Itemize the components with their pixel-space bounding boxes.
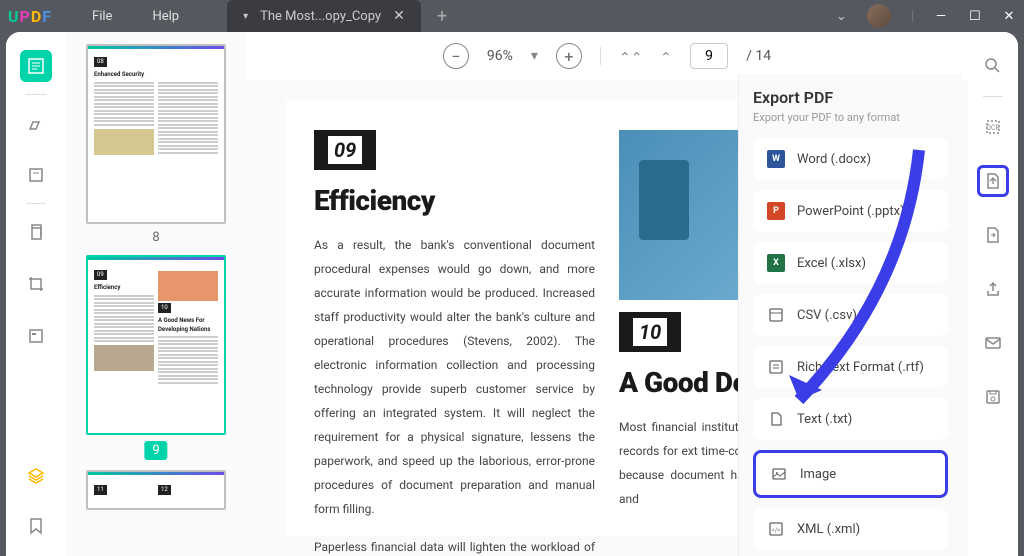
- export-button[interactable]: [977, 165, 1009, 197]
- export-xml[interactable]: </>XML (.xml): [753, 508, 948, 550]
- csv-icon: [767, 306, 785, 324]
- left-toolbar: [6, 32, 66, 556]
- new-tab-button[interactable]: +: [437, 6, 447, 27]
- ocr-button[interactable]: OCR: [977, 111, 1009, 143]
- section-number: 10: [619, 312, 681, 352]
- page-number-input[interactable]: [690, 43, 728, 69]
- share-button[interactable]: [977, 273, 1009, 305]
- export-powerpoint[interactable]: PPowerPoint (.pptx): [753, 190, 948, 232]
- app-logo: UPDF: [8, 7, 52, 26]
- zoom-dropdown-icon[interactable]: ▾: [531, 48, 538, 64]
- user-avatar[interactable]: [867, 4, 891, 28]
- thumbnail-page-8[interactable]: 08 Enhanced Security 8: [86, 44, 226, 245]
- zoom-out-button[interactable]: −: [443, 43, 469, 69]
- copy-button[interactable]: [20, 216, 52, 248]
- save-button[interactable]: [977, 381, 1009, 413]
- export-txt[interactable]: Text (.txt): [753, 398, 948, 440]
- right-toolbar: OCR: [968, 32, 1018, 556]
- thumbnail-panel: 08 Enhanced Security 8 09Efficiency 10A …: [66, 32, 246, 556]
- zoom-level: 96%: [487, 48, 513, 64]
- highlight-button[interactable]: [20, 107, 52, 139]
- tab-dropdown-icon[interactable]: ▾: [243, 11, 248, 22]
- export-word[interactable]: WWord (.docx): [753, 138, 948, 180]
- excel-icon: X: [767, 254, 785, 272]
- document-tab[interactable]: ▾ The Most...opy_Copy ✕: [227, 0, 421, 32]
- menu-file[interactable]: File: [92, 9, 112, 24]
- image-icon: [770, 465, 788, 483]
- page-prev-button[interactable]: ⌄: [660, 48, 672, 64]
- export-excel[interactable]: XExcel (.xlsx): [753, 242, 948, 284]
- svg-text:OCR: OCR: [986, 124, 1000, 132]
- reader-mode-button[interactable]: [20, 50, 52, 82]
- word-icon: W: [767, 150, 785, 168]
- layers-button[interactable]: [20, 460, 52, 492]
- export-panel: Export PDF Export your PDF to any format…: [738, 74, 962, 556]
- export-rtf[interactable]: Rich Text Format (.rtf): [753, 346, 948, 388]
- powerpoint-icon: P: [767, 202, 785, 220]
- page-total: / 14: [746, 48, 771, 64]
- crop-button[interactable]: [20, 268, 52, 300]
- bookmark-button[interactable]: [20, 510, 52, 542]
- section-text: Paperless financial data will lighten th…: [314, 535, 595, 556]
- thumbnail-label: 8: [86, 230, 226, 245]
- close-button[interactable]: ✕: [1002, 9, 1016, 23]
- chevron-down-icon[interactable]: ⌄: [836, 9, 847, 24]
- tab-title: The Most...opy_Copy: [260, 9, 381, 24]
- edit-text-button[interactable]: [20, 159, 52, 191]
- export-image[interactable]: Image: [753, 450, 948, 498]
- email-button[interactable]: [977, 327, 1009, 359]
- document-toolbar: − 96% ▾ + ⌄⌄ ⌄ / 14: [246, 32, 968, 80]
- section-text: As a result, the bank's conventional doc…: [314, 233, 595, 521]
- thumbnail-label: 9: [144, 441, 167, 460]
- tab-close-icon[interactable]: ✕: [393, 8, 405, 24]
- svg-text:</>: </>: [772, 527, 781, 534]
- thumbnail-page-10[interactable]: 1112: [86, 470, 226, 510]
- page-up-button[interactable]: ⌄⌄: [619, 48, 642, 64]
- minimize-button[interactable]: —: [934, 9, 948, 23]
- search-button[interactable]: [977, 50, 1009, 82]
- zoom-in-button[interactable]: +: [556, 43, 582, 69]
- export-csv[interactable]: CSV (.csv): [753, 294, 948, 336]
- convert-button[interactable]: [977, 219, 1009, 251]
- thumbnail-page-9[interactable]: 09Efficiency 10A Good News For Developin…: [86, 255, 226, 460]
- xml-icon: </>: [767, 520, 785, 538]
- menu-help[interactable]: Help: [152, 9, 179, 24]
- export-title: Export PDF: [753, 88, 948, 107]
- section-number: 09: [314, 130, 376, 170]
- form-button[interactable]: [20, 320, 52, 352]
- section-title: Efficiency: [314, 184, 595, 217]
- export-subtitle: Export your PDF to any format: [753, 111, 948, 124]
- txt-icon: [767, 410, 785, 428]
- maximize-button[interactable]: ☐: [968, 9, 982, 23]
- rtf-icon: [767, 358, 785, 376]
